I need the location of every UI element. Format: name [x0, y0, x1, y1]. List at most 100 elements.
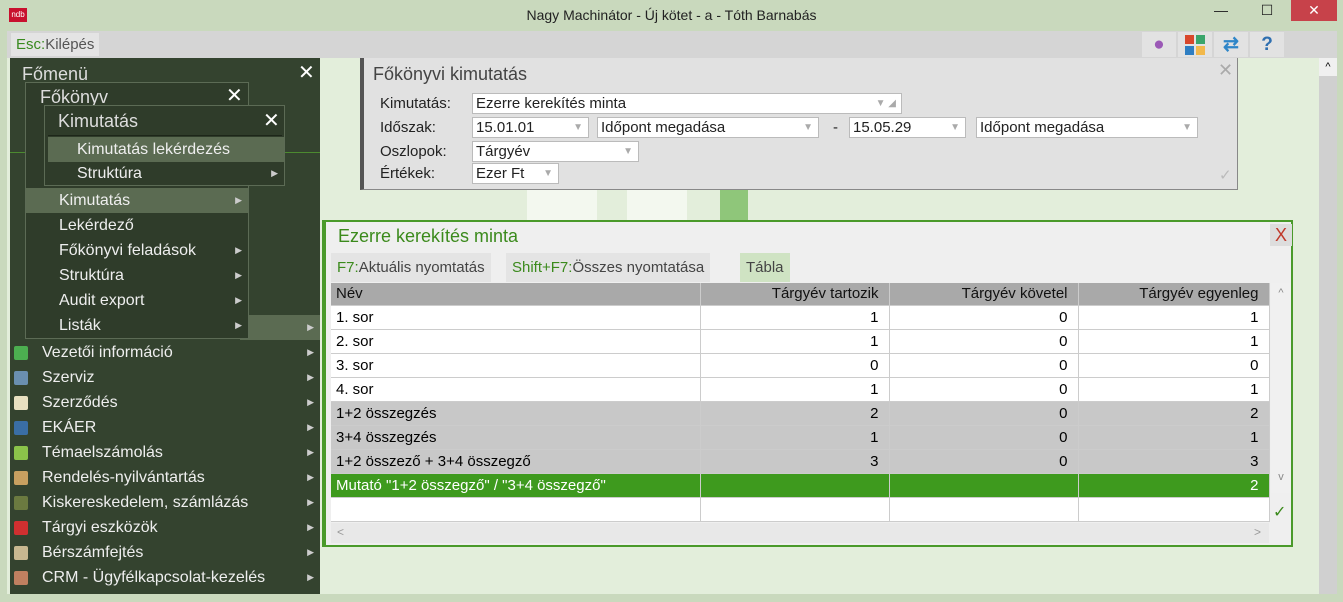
scroll-up-icon[interactable]: ^ — [1271, 283, 1291, 471]
table-cell: 0 — [889, 425, 1079, 450]
user-icon[interactable]: ● — [1142, 32, 1176, 57]
exit-label: Kilépés — [45, 36, 95, 53]
table-row[interactable]: 1+2 összező + 3+4 összegző 3 0 3 — [331, 449, 1270, 474]
main-menu-item[interactable]: Szerződés ▶ — [10, 390, 320, 415]
kimutatas-title: Kimutatás — [58, 111, 139, 131]
oszlopok-select[interactable]: Tárgyév ▼ — [472, 141, 639, 162]
table-row[interactable]: 3+4 összegzés 1 0 1 — [331, 425, 1270, 450]
chevron-right-icon: ▶ — [307, 572, 314, 582]
main-menu-item[interactable]: Kiskereskedelem, számlázás ▶ — [10, 490, 320, 515]
menu-item-label: Szerviz — [42, 369, 95, 386]
main-menu-item[interactable]: Rendelés-nyilvántartás ▶ — [10, 465, 320, 490]
tab-print-current[interactable]: F7:Aktuális nyomtatás — [331, 253, 491, 282]
table-confirm-check-icon[interactable]: ✓ — [1273, 502, 1286, 522]
column-header-egyenleg[interactable]: Tárgyév egyenleg — [1078, 283, 1270, 306]
fokonyv-menu-item[interactable]: Főkönyvi feladások ▶ — [26, 238, 248, 263]
ertekek-label: Értékek: — [380, 165, 436, 182]
vertical-scrollbar[interactable]: ^ — [1319, 58, 1337, 594]
table-cell: 1 — [700, 377, 890, 402]
table-cell: 2 — [1078, 473, 1270, 498]
from-mode-select[interactable]: Időpont megadása ▼ — [597, 117, 819, 138]
column-header-nev[interactable]: Név — [331, 283, 701, 306]
fokonyv-menu-item[interactable]: Listák ▶ — [26, 313, 248, 338]
result-close-icon[interactable]: X — [1270, 224, 1292, 246]
tab-table[interactable]: Tábla — [740, 253, 790, 282]
menu-item-kimutatas-lekerdezes[interactable]: Kimutatás lekérdezés — [48, 137, 284, 162]
menu-item-label: Struktúra — [59, 267, 124, 284]
chevron-right-icon: ▶ — [307, 422, 314, 432]
ertekek-select[interactable]: Ezer Ft ▼ — [472, 163, 559, 184]
chevron-right-icon: ▶ — [235, 195, 242, 205]
menu-item-label: Bérszámfejtés — [42, 544, 144, 561]
main-menu-item[interactable]: EKÁER ▶ — [10, 415, 320, 440]
table-cell: 1 — [700, 305, 890, 330]
table-row[interactable]: 1+2 összegzés 2 0 2 — [331, 401, 1270, 426]
main-menu-item[interactable]: Témaelszámolás ▶ — [10, 440, 320, 465]
column-header-kovetel[interactable]: Tárgyév követel — [889, 283, 1079, 306]
table-cell: 1 — [700, 425, 890, 450]
date-separator: - — [833, 119, 838, 136]
menu-item-label: EKÁER — [42, 419, 97, 436]
fokonyv-menu-item[interactable]: Audit export ▶ — [26, 288, 248, 313]
menu-item-icon — [14, 346, 28, 360]
tab-print-all[interactable]: Shift+F7:Összes nyomtatása — [506, 253, 711, 282]
close-button[interactable]: ✕ — [1291, 0, 1337, 21]
chevron-down-icon: ▼ — [803, 122, 813, 133]
table-row[interactable] — [331, 497, 1270, 522]
help-icon[interactable]: ? — [1250, 32, 1284, 57]
maximize-button[interactable]: ☐ — [1244, 0, 1290, 21]
exit-button[interactable]: Esc:Kilépés — [11, 33, 100, 56]
table-cell — [331, 497, 701, 522]
chevron-down-icon: ▼ — [950, 122, 960, 133]
menu-item-icon — [14, 396, 28, 410]
table-row[interactable]: Mutató "1+2 összegző" / "3+4 összegző" 2 — [331, 473, 1270, 498]
scroll-up-icon[interactable]: ^ — [1319, 58, 1337, 76]
menu-item-struktura[interactable]: Struktúra ▶ — [48, 161, 284, 186]
kimutatas-select[interactable]: Ezerre kerekítés minta ▼ ◢ — [472, 93, 902, 114]
main-menu-item[interactable]: Vezetői információ ▶ — [10, 340, 320, 365]
from-date-select[interactable]: 15.01.01 ▼ — [472, 117, 589, 138]
main-menu-item[interactable]: Tárgyi eszközök ▶ — [10, 515, 320, 540]
tiles-icon[interactable] — [1178, 32, 1212, 57]
form-close-icon[interactable]: ✕ — [1218, 60, 1233, 81]
table-row[interactable]: 1. sor 1 0 1 — [331, 305, 1270, 330]
column-header-tartozik[interactable]: Tárgyév tartozik — [700, 283, 890, 306]
shortcut-key: F7: — [337, 259, 359, 276]
scroll-left-icon[interactable]: < — [337, 525, 344, 539]
scroll-down-icon[interactable]: v — [1271, 471, 1291, 483]
table-row[interactable]: 2. sor 1 0 1 — [331, 329, 1270, 354]
fokonyv-menu-item[interactable]: Struktúra ▶ — [26, 263, 248, 288]
to-date-select[interactable]: 15.05.29 ▼ — [849, 117, 966, 138]
fokonyv-menu-item[interactable]: Lekérdező — [26, 213, 248, 238]
table-cell: 2. sor — [331, 329, 701, 354]
table-cell: Mutató "1+2 összegző" / "3+4 összegző" — [331, 473, 701, 498]
fokonyv-menu-item[interactable]: Kimutatás ▶ — [26, 188, 248, 213]
table-cell — [889, 473, 1079, 498]
menu-item-label: Struktúra — [77, 165, 142, 182]
swap-icon[interactable]: ⇄ — [1214, 32, 1248, 57]
menu-item-label: Kiskereskedelem, számlázás — [42, 494, 249, 511]
close-main-menu-icon[interactable]: ✕ — [298, 60, 315, 85]
table-vertical-scrollbar[interactable]: ^ v — [1271, 283, 1291, 493]
chevron-right-icon: ▶ — [307, 472, 314, 482]
chevron-right-icon: ▶ — [307, 347, 314, 357]
main-menu-item[interactable]: Bérszámfejtés ▶ — [10, 540, 320, 565]
confirm-check-icon[interactable]: ✓ — [1219, 166, 1232, 184]
main-menu-item-fokonyv[interactable]: ▶ — [240, 315, 320, 340]
minimize-button[interactable]: — — [1198, 0, 1244, 21]
menu-item-icon — [14, 496, 28, 510]
kimutatas-label: Kimutatás: — [380, 95, 451, 112]
oszlopok-value: Tárgyév — [476, 143, 531, 160]
main-menu-item[interactable]: CRM - Ügyfélkapcsolat-kezelés ▶ — [10, 565, 320, 590]
table-cell: 0 — [889, 377, 1079, 402]
to-mode-select[interactable]: Időpont megadása ▼ — [976, 117, 1198, 138]
table-row[interactable]: 4. sor 1 0 1 — [331, 377, 1270, 402]
table-row[interactable]: 3. sor 0 0 0 — [331, 353, 1270, 378]
tab-label: Összes nyomtatása — [572, 259, 705, 276]
table-cell: 3. sor — [331, 353, 701, 378]
scroll-right-icon[interactable]: > — [1254, 525, 1261, 539]
close-kimutatas-icon[interactable]: ✕ — [263, 108, 280, 133]
table-cell — [700, 497, 890, 522]
table-horizontal-scrollbar[interactable]: < > — [331, 523, 1269, 543]
main-menu-item[interactable]: Szerviz ▶ — [10, 365, 320, 390]
